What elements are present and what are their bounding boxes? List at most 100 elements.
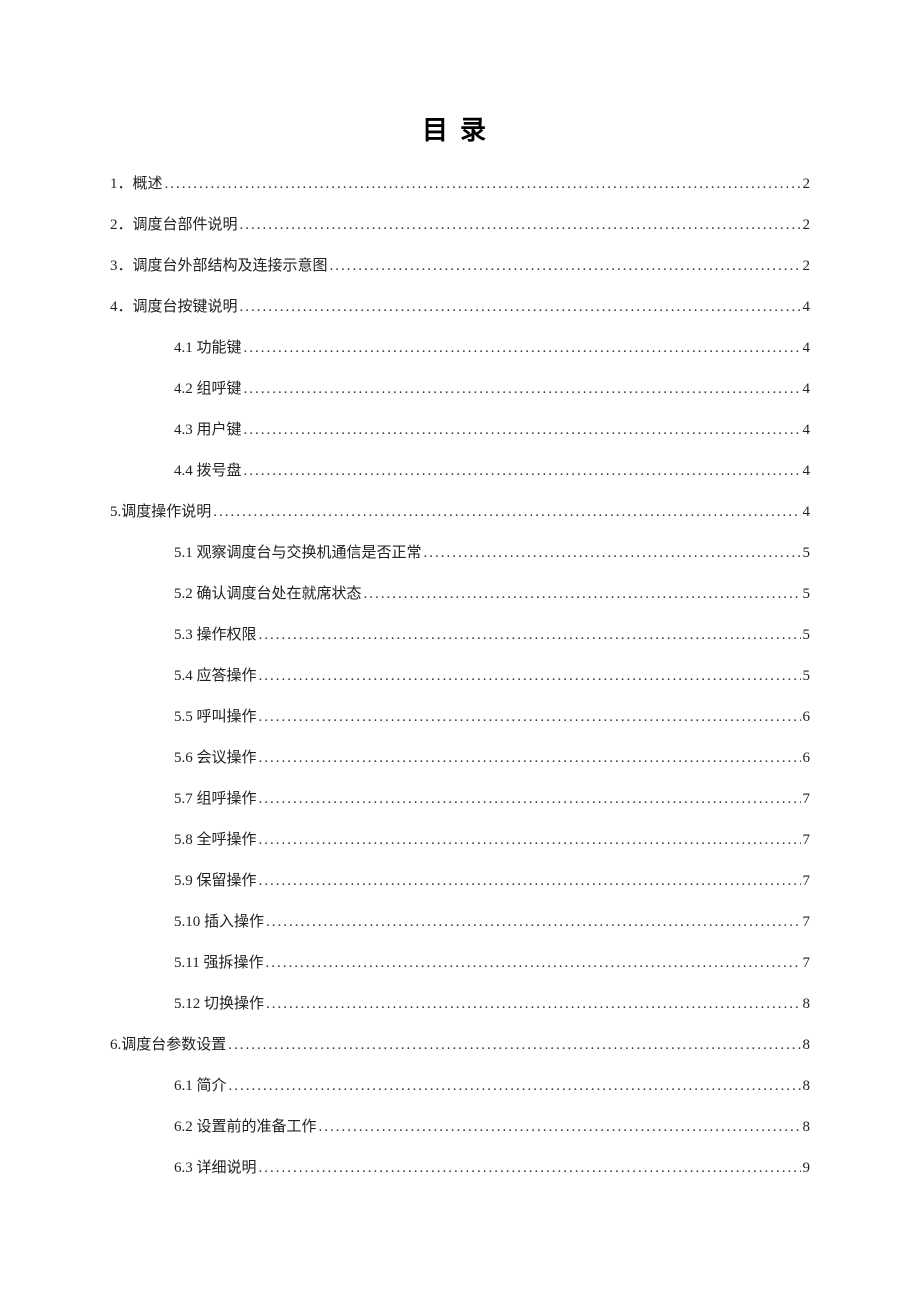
toc-leader-dots bbox=[244, 464, 801, 479]
toc-entry[interactable]: 6.1 简介 8 bbox=[110, 1079, 810, 1094]
toc-entry-label: 4．调度台按键说明 bbox=[110, 300, 238, 315]
toc-leader-dots bbox=[259, 751, 801, 766]
toc-leader-dots bbox=[259, 710, 801, 725]
toc-entry[interactable]: 5.调度操作说明 4 bbox=[110, 505, 810, 520]
toc-entry[interactable]: 1．概述 2 bbox=[110, 177, 810, 192]
toc-entry[interactable]: 5.12 切换操作 8 bbox=[110, 997, 810, 1012]
toc-entry-page: 9 bbox=[803, 1161, 811, 1176]
toc-entry-page: 6 bbox=[803, 751, 811, 766]
toc-entry-label: 5.2 确认调度台处在就席状态 bbox=[174, 587, 362, 602]
toc-entry-label: 4.4 拨号盘 bbox=[174, 464, 242, 479]
toc-entry[interactable]: 6.2 设置前的准备工作 8 bbox=[110, 1120, 810, 1135]
toc-leader-dots bbox=[266, 915, 800, 930]
toc-leader-dots bbox=[265, 956, 800, 971]
toc-entry-page: 7 bbox=[803, 833, 811, 848]
toc-leader-dots bbox=[259, 874, 801, 889]
toc-entry[interactable]: 5.11 强拆操作 7 bbox=[110, 956, 810, 971]
toc-entry-label: 5.8 全呼操作 bbox=[174, 833, 257, 848]
toc-leader-dots bbox=[259, 628, 801, 643]
toc-entry-page: 7 bbox=[803, 792, 811, 807]
toc-entry-page: 5 bbox=[803, 628, 811, 643]
toc-entry[interactable]: 5.8 全呼操作 7 bbox=[110, 833, 810, 848]
toc-entry-label: 3．调度台外部结构及连接示意图 bbox=[110, 259, 328, 274]
toc-entry-label: 4.1 功能键 bbox=[174, 341, 242, 356]
toc-leader-dots bbox=[364, 587, 801, 602]
toc-leader-dots bbox=[259, 669, 801, 684]
toc-entry[interactable]: 5.10 插入操作 7 bbox=[110, 915, 810, 930]
toc-entry-page: 4 bbox=[803, 300, 811, 315]
toc-leader-dots bbox=[244, 382, 801, 397]
toc-entry[interactable]: 5.6 会议操作 6 bbox=[110, 751, 810, 766]
toc-entry-page: 7 bbox=[803, 915, 811, 930]
toc-leader-dots bbox=[244, 423, 801, 438]
toc-entry[interactable]: 4．调度台按键说明 4 bbox=[110, 300, 810, 315]
toc-entry[interactable]: 5.3 操作权限5 bbox=[110, 628, 810, 643]
toc-entry-page: 2 bbox=[803, 218, 811, 233]
toc-entry-page: 5 bbox=[803, 669, 811, 684]
toc-entry-label: 6.3 详细说明 bbox=[174, 1161, 257, 1176]
toc-entry[interactable]: 4.2 组呼键4 bbox=[110, 382, 810, 397]
toc-entry-page: 8 bbox=[803, 1038, 811, 1053]
toc-entry-label: 4.3 用户键 bbox=[174, 423, 242, 438]
toc-leader-dots bbox=[330, 259, 801, 274]
toc-entry[interactable]: 5.4 应答操作 5 bbox=[110, 669, 810, 684]
toc-entry-label: 1．概述 bbox=[110, 177, 163, 192]
toc-entry-page: 4 bbox=[803, 505, 811, 520]
toc-entry-label: 5.7 组呼操作 bbox=[174, 792, 257, 807]
toc-entry[interactable]: 5.1 观察调度台与交换机通信是否正常 5 bbox=[110, 546, 810, 561]
toc-entry-label: 5.11 强拆操作 bbox=[174, 956, 263, 971]
toc-entry-label: 2．调度台部件说明 bbox=[110, 218, 238, 233]
toc-entry[interactable]: 5.2 确认调度台处在就席状态 5 bbox=[110, 587, 810, 602]
toc-entry-page: 4 bbox=[803, 341, 811, 356]
toc-entry-label: 4.2 组呼键 bbox=[174, 382, 242, 397]
toc-entry[interactable]: 5.9 保留操作 7 bbox=[110, 874, 810, 889]
toc-entry-page: 4 bbox=[803, 464, 811, 479]
toc-entry-label: 5.1 观察调度台与交换机通信是否正常 bbox=[174, 546, 422, 561]
toc-entry-page: 8 bbox=[803, 1079, 811, 1094]
toc-entry-page: 7 bbox=[803, 874, 811, 889]
toc-entry-label: 5.10 插入操作 bbox=[174, 915, 264, 930]
toc-entry[interactable]: 4.4 拨号盘 4 bbox=[110, 464, 810, 479]
toc-entry-label: 5.12 切换操作 bbox=[174, 997, 264, 1012]
toc-leader-dots bbox=[213, 505, 800, 520]
toc-leader-dots bbox=[319, 1120, 801, 1135]
toc-leader-dots bbox=[229, 1079, 801, 1094]
toc-entry-page: 5 bbox=[803, 587, 811, 602]
toc-entry[interactable]: 6.调度台参数设置 8 bbox=[110, 1038, 810, 1053]
toc-entry-label: 6.1 简介 bbox=[174, 1079, 227, 1094]
toc-entry-label: 5.9 保留操作 bbox=[174, 874, 257, 889]
toc-leader-dots bbox=[244, 341, 801, 356]
toc-entry[interactable]: 3．调度台外部结构及连接示意图2 bbox=[110, 259, 810, 274]
toc-entry-page: 4 bbox=[803, 423, 811, 438]
toc-leader-dots bbox=[259, 792, 801, 807]
toc-entry-page: 5 bbox=[803, 546, 811, 561]
toc-entry[interactable]: 2．调度台部件说明 2 bbox=[110, 218, 810, 233]
toc-leader-dots bbox=[259, 833, 801, 848]
toc-leader-dots bbox=[228, 1038, 800, 1053]
toc-leader-dots bbox=[240, 218, 801, 233]
toc-leader-dots bbox=[240, 300, 801, 315]
toc-entry[interactable]: 4.1 功能键 4 bbox=[110, 341, 810, 356]
toc-title: 目录 bbox=[110, 110, 810, 147]
toc-entry-label: 5.6 会议操作 bbox=[174, 751, 257, 766]
toc-entry-label: 6.调度台参数设置 bbox=[110, 1038, 226, 1053]
toc-entry-page: 7 bbox=[803, 956, 811, 971]
toc-entry-label: 5.4 应答操作 bbox=[174, 669, 257, 684]
toc-entry-page: 8 bbox=[803, 997, 811, 1012]
toc-leader-dots bbox=[266, 997, 800, 1012]
toc-entry-page: 2 bbox=[803, 177, 811, 192]
toc-leader-dots bbox=[424, 546, 801, 561]
toc-entry-label: 6.2 设置前的准备工作 bbox=[174, 1120, 317, 1135]
toc-entry[interactable]: 4.3 用户键 4 bbox=[110, 423, 810, 438]
document-page: 目录 1．概述 2 2．调度台部件说明 2 3．调度台外部结构及连接示意图2 4．调度台按… bbox=[0, 0, 920, 1176]
toc-list: 1．概述 2 2．调度台部件说明 2 3．调度台外部结构及连接示意图2 4．调度台按键说明… bbox=[110, 177, 810, 1176]
toc-entry-label: 5.调度操作说明 bbox=[110, 505, 211, 520]
toc-leader-dots bbox=[259, 1161, 801, 1176]
toc-entry[interactable]: 5.5 呼叫操作 6 bbox=[110, 710, 810, 725]
toc-entry[interactable]: 5.7 组呼操作 7 bbox=[110, 792, 810, 807]
toc-entry-label: 5.5 呼叫操作 bbox=[174, 710, 257, 725]
toc-leader-dots bbox=[165, 177, 801, 192]
toc-entry-page: 8 bbox=[803, 1120, 811, 1135]
toc-entry[interactable]: 6.3 详细说明 9 bbox=[110, 1161, 810, 1176]
toc-entry-page: 6 bbox=[803, 710, 811, 725]
